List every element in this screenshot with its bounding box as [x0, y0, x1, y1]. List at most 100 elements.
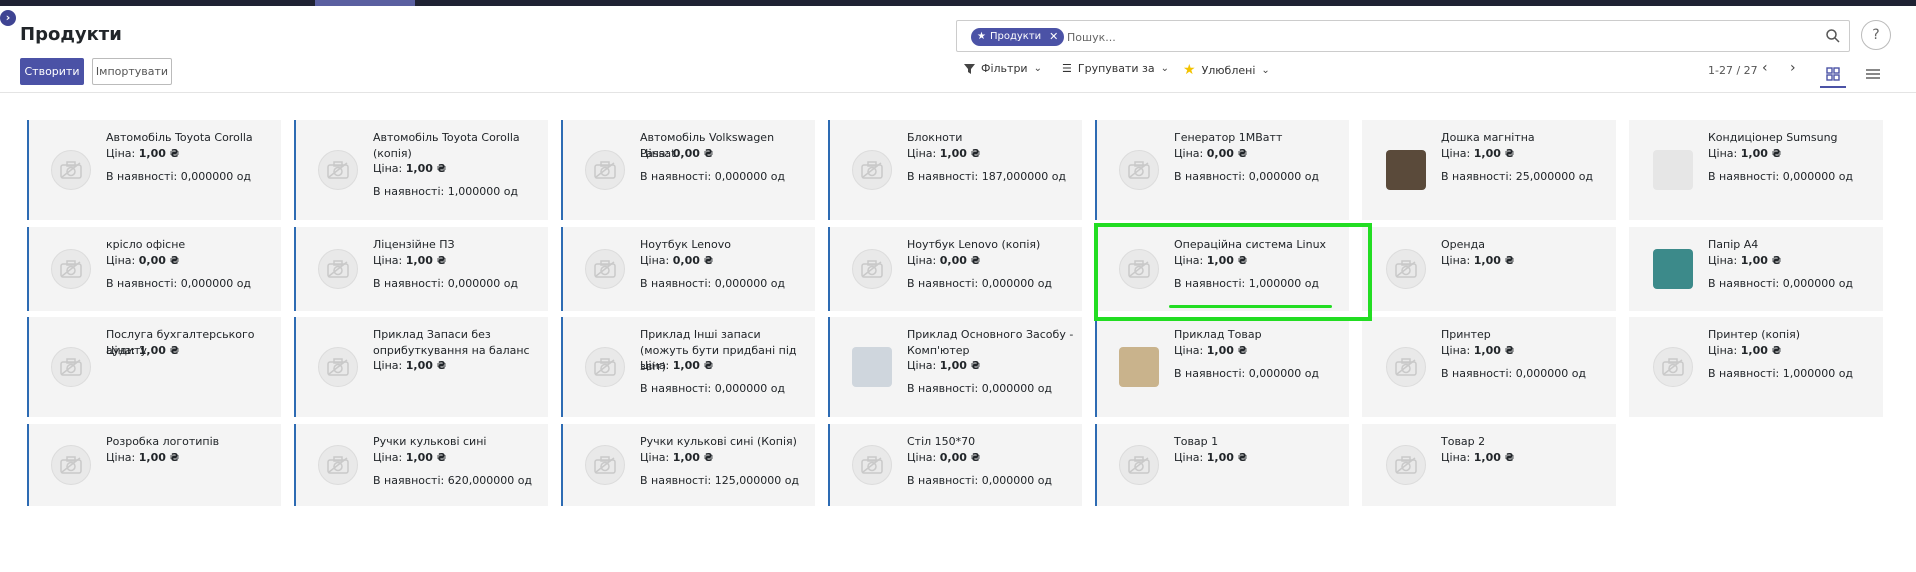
search-input[interactable] — [1067, 27, 1767, 47]
product-price: Ціна: 0,00 ₴ — [907, 254, 980, 267]
price-value: 1,00 ₴ — [405, 254, 447, 267]
active-menu-indicator — [315, 0, 415, 6]
product-card[interactable]: Послуга бухгалтерського аудиту Ціна: 1,00… — [27, 317, 281, 417]
highlight-underline — [1169, 305, 1332, 308]
price-label: Ціна: — [907, 147, 937, 160]
search-bar[interactable]: ★ Продукти ✕ — [956, 20, 1850, 52]
search-facet[interactable]: ★ Продукти ✕ — [971, 28, 1065, 46]
stock-label: В наявності: — [106, 170, 178, 183]
product-card[interactable]: Оренда Ціна: 1,00 ₴ — [1362, 227, 1616, 311]
price-label: Ціна: — [640, 254, 670, 267]
product-price: Ціна: 1,00 ₴ — [1441, 147, 1514, 160]
stock-label: В наявності: — [373, 474, 445, 487]
product-name: Кондиціонер Sumsung — [1708, 131, 1838, 144]
product-card[interactable]: Ліцензійне ПЗ Ціна: 1,00 ₴ В наявності: 0,… — [294, 227, 548, 311]
filters-dropdown[interactable]: Фільтри ⌄ — [964, 62, 1042, 75]
product-price: Ціна: 1,00 ₴ — [373, 359, 446, 372]
product-card[interactable]: Автомобіль Toyota Corolla Ціна: 1,00 ₴ В н… — [27, 120, 281, 220]
product-name: Приклад Товар — [1174, 328, 1262, 341]
price-label: Ціна: — [1441, 344, 1471, 357]
product-price: Ціна: 1,00 ₴ — [1708, 344, 1781, 357]
pager-next-icon[interactable]: › — [1790, 60, 1796, 76]
price-value: 1,00 ₴ — [1473, 254, 1515, 267]
product-card[interactable]: Принтер Ціна: 1,00 ₴ В наявності: 0,000000… — [1362, 317, 1616, 417]
kanban-icon — [1826, 67, 1840, 81]
product-card[interactable]: Приклад Основного Засобу - Комп'ютер Ціна… — [828, 317, 1082, 417]
sidebar-toggle-icon[interactable]: › — [0, 10, 16, 26]
product-card[interactable]: Ручки кулькові сині Ціна: 1,00 ₴ В наявнос… — [294, 424, 548, 506]
product-card[interactable]: Розробка логотипів Ціна: 1,00 ₴ — [27, 424, 281, 506]
product-card[interactable]: Стіл 150*70 Ціна: 0,00 ₴ В наявності: 0,00… — [828, 424, 1082, 506]
group-by-dropdown[interactable]: ☰ Групувати за ⌄ — [1062, 62, 1169, 75]
stock-value: 0,000000 од — [180, 277, 252, 290]
stock-label: В наявності: — [1708, 170, 1780, 183]
product-card[interactable]: Товар 1 Ціна: 1,00 ₴ — [1095, 424, 1349, 506]
price-value: 0,00 ₴ — [672, 254, 714, 267]
placeholder-image-icon — [1386, 445, 1426, 485]
list-view-button[interactable] — [1860, 62, 1886, 88]
stock-label: В наявності: — [640, 170, 712, 183]
placeholder-image-icon — [852, 150, 892, 190]
price-value: 0,00 ₴ — [138, 254, 180, 267]
product-stock: В наявності: 0,000000 од — [106, 170, 251, 183]
product-name: крісло офісне — [106, 238, 186, 251]
product-card[interactable]: Приклад Товар Ціна: 1,00 ₴ В наявності: 0,… — [1095, 317, 1349, 417]
product-card[interactable]: Приклад Інші запаси (можуть бути придбан… — [561, 317, 815, 417]
search-icon[interactable] — [1825, 28, 1841, 44]
product-price: Ціна: 1,00 ₴ — [1174, 344, 1247, 357]
price-label: Ціна: — [1708, 344, 1738, 357]
product-card[interactable]: Кондиціонер Sumsung Ціна: 1,00 ₴ В наявнос… — [1629, 120, 1883, 220]
help-button[interactable]: ? — [1861, 20, 1891, 50]
product-card[interactable]: Принтер (копія) Ціна: 1,00 ₴ В наявності: … — [1629, 317, 1883, 417]
pager-previous-icon[interactable]: ‹ — [1762, 60, 1768, 76]
price-value: 0,00 ₴ — [939, 451, 981, 464]
product-card[interactable]: Ноутбук Lenovo Ціна: 0,00 ₴ В наявності: 0… — [561, 227, 815, 311]
product-price: Ціна: 1,00 ₴ — [1708, 147, 1781, 160]
product-card[interactable]: Приклад Запаси без оприбуткування на бал… — [294, 317, 548, 417]
placeholder-image-icon — [1119, 150, 1159, 190]
filters-label: Фільтри — [981, 62, 1028, 75]
product-price: Ціна: 1,00 ₴ — [1174, 451, 1247, 464]
product-stock: В наявності: 0,000000 од — [1174, 367, 1319, 380]
product-card[interactable]: крісло офісне Ціна: 0,00 ₴ В наявності: 0,… — [27, 227, 281, 311]
product-card[interactable]: Товар 2 Ціна: 1,00 ₴ — [1362, 424, 1616, 506]
kanban-view-button[interactable] — [1820, 62, 1846, 88]
stock-label: В наявності: — [1708, 277, 1780, 290]
product-image — [852, 347, 892, 387]
price-value: 1,00 ₴ — [939, 359, 981, 372]
price-value: 1,00 ₴ — [138, 147, 180, 160]
favorites-dropdown[interactable]: ★ Улюблені ⌄ — [1183, 62, 1270, 78]
stock-label: В наявності: — [640, 474, 712, 487]
stock-value: 0,000000 од — [981, 382, 1053, 395]
pager-value[interactable]: 1-27 / 27 — [1708, 64, 1758, 77]
placeholder-image-icon — [1653, 347, 1693, 387]
import-button[interactable]: Імпортувати — [92, 58, 172, 85]
price-value: 1,00 ₴ — [1740, 147, 1782, 160]
price-label: Ціна: — [907, 254, 937, 267]
favorites-label: Улюблені — [1201, 63, 1256, 77]
stock-value: 0,000000 од — [180, 170, 252, 183]
product-card[interactable]: Автомобіль Volkswagen Passat Ціна: 0,00 ₴… — [561, 120, 815, 220]
price-label: Ціна: — [1441, 451, 1471, 464]
remove-facet-icon[interactable]: ✕ — [1049, 28, 1058, 46]
price-label: Ціна: — [373, 451, 403, 464]
price-value: 0,00 ₴ — [939, 254, 981, 267]
product-card[interactable]: Папір А4 Ціна: 1,00 ₴ В наявності: 0,00000… — [1629, 227, 1883, 311]
create-button[interactable]: Створити — [20, 58, 84, 85]
product-card[interactable]: Автомобіль Toyota Corolla (копія) Ціна: 1… — [294, 120, 548, 220]
price-label: Ціна: — [106, 451, 136, 464]
product-card[interactable]: Блокноти Ціна: 1,00 ₴ В наявності: 187,000… — [828, 120, 1082, 220]
product-card[interactable]: Генератор 1МВатт Ціна: 0,00 ₴ В наявності:… — [1095, 120, 1349, 220]
price-value: 1,00 ₴ — [1473, 344, 1515, 357]
product-card[interactable]: Ноутбук Lenovo (копія) Ціна: 0,00 ₴ В наяв… — [828, 227, 1082, 311]
product-card[interactable]: Ручки кулькові сині (Копія) Ціна: 1,00 ₴ В… — [561, 424, 815, 506]
stock-label: В наявності: — [907, 170, 979, 183]
product-card[interactable]: Дошка магнітна Ціна: 1,00 ₴ В наявності: 2… — [1362, 120, 1616, 220]
price-value: 1,00 ₴ — [138, 344, 180, 357]
product-name: Ноутбук Lenovo — [640, 238, 731, 251]
stock-value: 0,000000 од — [1782, 277, 1854, 290]
product-image — [1653, 150, 1693, 190]
product-price: Ціна: 1,00 ₴ — [640, 451, 713, 464]
product-price: Ціна: 1,00 ₴ — [373, 254, 446, 267]
product-name: Генератор 1МВатт — [1174, 131, 1283, 144]
